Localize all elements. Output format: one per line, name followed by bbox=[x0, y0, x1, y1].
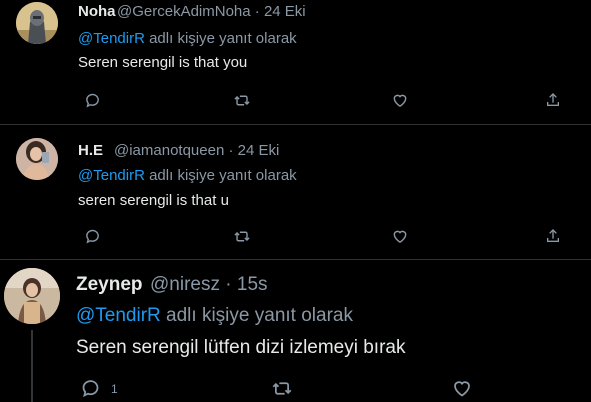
timestamp[interactable]: 24 Eki bbox=[238, 142, 280, 159]
thread-line bbox=[31, 330, 33, 402]
reply-suffix: adlı kişiye yanıt olarak bbox=[149, 30, 297, 47]
like-icon bbox=[454, 381, 470, 397]
reply-button[interactable] bbox=[84, 92, 101, 109]
like-button[interactable] bbox=[451, 378, 473, 399]
retweet-icon bbox=[272, 382, 292, 395]
avatar-noha[interactable] bbox=[16, 2, 58, 44]
reply-mention[interactable]: @TendirR bbox=[78, 167, 145, 184]
display-name[interactable]: Noha bbox=[78, 3, 116, 20]
retweet-button[interactable] bbox=[233, 228, 251, 245]
share-button[interactable] bbox=[545, 227, 561, 245]
handle[interactable]: @niresz bbox=[150, 274, 220, 295]
retweet-icon bbox=[234, 231, 250, 242]
tweet-text: Seren serengil lütfen dizi izlemeyi bıra… bbox=[76, 337, 406, 358]
tweet-he[interactable]: H.E @iamanotqueen · 24 Eki @TendirR adlı… bbox=[0, 125, 591, 260]
display-name[interactable]: H.E bbox=[78, 142, 103, 159]
avatar-he[interactable] bbox=[16, 138, 58, 180]
like-button[interactable] bbox=[391, 228, 409, 245]
tweet-text: Seren serengil is that you bbox=[78, 54, 248, 71]
timestamp[interactable]: 15s bbox=[237, 274, 268, 295]
reply-mention[interactable]: @TendirR bbox=[78, 30, 145, 47]
retweet-button[interactable] bbox=[271, 378, 293, 399]
reply-button[interactable]: 1 bbox=[80, 378, 118, 399]
timestamp[interactable]: 24 Eki bbox=[264, 3, 306, 20]
separator: · bbox=[254, 3, 260, 20]
reply-count: 1 bbox=[111, 381, 118, 396]
reply-button[interactable] bbox=[84, 228, 101, 245]
reply-context: @TendirR adlı kişiye yanıt olarak bbox=[78, 30, 297, 47]
separator: · bbox=[225, 274, 232, 295]
handle[interactable]: @GercekAdimNoha bbox=[117, 3, 251, 20]
reply-context: @TendirR adlı kişiye yanıt olarak bbox=[76, 305, 353, 327]
tweet-zeynep[interactable]: Zeynep @niresz · 15s @TendirR adlı kişiy… bbox=[0, 260, 591, 402]
display-name[interactable]: Zeynep bbox=[76, 274, 143, 296]
share-icon bbox=[547, 229, 559, 242]
reply-mention[interactable]: @TendirR bbox=[76, 305, 161, 326]
reply-icon bbox=[82, 380, 99, 398]
tweet-noha[interactable]: Noha @GercekAdimNoha · 24 Eki @TendirR a… bbox=[0, 0, 591, 124]
share-icon bbox=[547, 93, 559, 106]
avatar-zeynep[interactable] bbox=[4, 268, 60, 324]
tweet-meta: @niresz · 15s bbox=[150, 274, 268, 296]
handle[interactable]: @iamanotqueen bbox=[114, 142, 224, 159]
like-icon bbox=[393, 94, 407, 108]
reply-suffix: adlı kişiye yanıt olarak bbox=[149, 167, 297, 184]
retweet-icon bbox=[234, 95, 250, 106]
share-button[interactable] bbox=[545, 91, 561, 109]
tweet-meta: @iamanotqueen · 24 Eki bbox=[114, 142, 279, 159]
separator: · bbox=[228, 142, 234, 159]
reply-context: @TendirR adlı kişiye yanıt olarak bbox=[78, 167, 297, 184]
like-button[interactable] bbox=[391, 92, 409, 109]
tweet-text: seren serengil is that u bbox=[78, 192, 229, 209]
like-icon bbox=[393, 230, 407, 244]
tweet-meta: @GercekAdimNoha · 24 Eki bbox=[117, 3, 306, 20]
reply-suffix: adlı kişiye yanıt olarak bbox=[166, 305, 353, 326]
retweet-button[interactable] bbox=[233, 92, 251, 109]
reply-icon bbox=[86, 229, 99, 244]
reply-icon bbox=[86, 93, 99, 108]
